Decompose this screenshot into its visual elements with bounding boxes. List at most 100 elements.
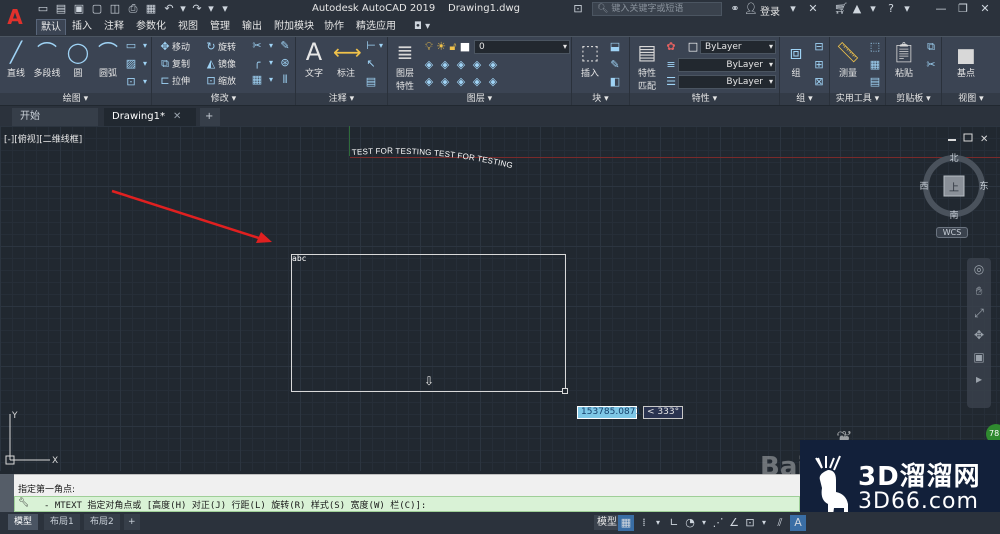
panel-layers-title[interactable]: 图层 ▾ [388, 93, 571, 105]
erase-icon[interactable]: ✎ [278, 39, 292, 53]
dropdown-icon[interactable]: ▾ [138, 57, 152, 71]
layer-select[interactable]: 0 ▾ [474, 40, 570, 54]
tab-home[interactable]: 默认 [36, 19, 66, 35]
undo-icon[interactable]: ↶ [162, 2, 176, 16]
close-button[interactable]: ✕ [976, 2, 994, 16]
layer-tool-icon-10[interactable]: ◈ [486, 75, 500, 89]
tab-view[interactable]: 视图 [174, 19, 202, 35]
layer-tool-icon-1[interactable]: ◈ [422, 58, 436, 72]
select-icon[interactable]: ⬚ [868, 40, 882, 54]
restore-button[interactable]: ❐ [954, 2, 972, 16]
exchange-icon[interactable]: ✕ [806, 2, 820, 16]
linetype-select[interactable]: ByLayer ▾ [678, 75, 776, 89]
layer-tool-icon-8[interactable]: ◈ [454, 75, 468, 89]
file-tab-start[interactable]: 开始 [12, 108, 98, 126]
panel-annotation-title[interactable]: 注释 ▾ [296, 93, 387, 105]
panel-draw-title[interactable]: 绘图 ▾ [0, 93, 151, 105]
zoom-extents-icon[interactable]: ⤢ [967, 302, 991, 324]
osnap-tracking-icon[interactable]: ∠ [726, 515, 742, 531]
trim-icon[interactable]: ✂ [250, 39, 264, 53]
login-button[interactable]: 登录 [760, 3, 780, 18]
grid-icon[interactable]: ▦ [618, 515, 634, 531]
dropdown-icon[interactable]: ▾ [374, 39, 388, 53]
ungroup-icon[interactable]: ⊟ [812, 40, 826, 54]
layer-properties-tool[interactable]: ≣ 图层 特性 [390, 39, 420, 92]
group-select-icon[interactable]: ⊠ [812, 75, 826, 89]
help-icon[interactable]: ? [884, 2, 898, 16]
layer-color-icon[interactable]: ■ [458, 40, 472, 54]
annotation-scale-icon[interactable]: ⫽ [772, 515, 788, 531]
layout-tab-layout2[interactable]: 布局2 [84, 514, 120, 530]
leader-multi-icon[interactable]: ↖ [364, 57, 378, 71]
attribute-icon[interactable]: ◧ [608, 75, 622, 89]
panel-block-title[interactable]: 块 ▾ [572, 93, 629, 105]
ribbon-toggle-icon[interactable]: ◘ ▾ [410, 19, 434, 35]
panel-utilities-title[interactable]: 实用工具 ▾ [830, 93, 885, 105]
scale-tool[interactable]: ⊡ 缩放 [204, 73, 236, 89]
compass-west-label[interactable]: 西 [919, 181, 928, 192]
layout-tab-model[interactable]: 模型 [8, 514, 39, 530]
close-tab-icon[interactable]: ✕ [173, 111, 181, 122]
undo-dropdown-icon[interactable]: ▾ [176, 2, 190, 16]
osnap-dropdown-icon[interactable]: ▾ [756, 515, 772, 531]
tab-parametric[interactable]: 参数化 [132, 19, 170, 35]
viewport-restore-icon[interactable] [963, 133, 973, 142]
navbar-menu-icon[interactable]: ▸ [967, 368, 991, 390]
compass-south-label[interactable]: 南 [949, 209, 958, 221]
layer-tool-icon-4[interactable]: ◈ [470, 58, 484, 72]
basepoint-tool[interactable]: ▅ 基点 [950, 39, 982, 79]
dropdown-icon[interactable]: ▾ [264, 73, 278, 87]
layer-tool-icon-3[interactable]: ◈ [454, 58, 468, 72]
layer-tool-icon-5[interactable]: ◈ [486, 58, 500, 72]
fillet-icon[interactable]: ╭ [250, 56, 264, 70]
command-line-grip[interactable] [0, 474, 14, 512]
line-tool[interactable]: ╱ 直线 [0, 39, 32, 79]
panel-view-title[interactable]: 视图 ▾ [942, 93, 1000, 105]
color-wheel-icon[interactable]: ✿ [664, 40, 678, 54]
hatch-icon[interactable]: ▨ [124, 57, 138, 71]
tab-addins[interactable]: 附加模块 [270, 19, 318, 35]
edit-block-icon[interactable]: ✎ [608, 58, 622, 72]
print-icon[interactable]: ▦ [144, 2, 158, 16]
pan-icon[interactable]: ✋︎ [967, 280, 991, 302]
calculator-icon[interactable]: ▤ [868, 75, 882, 89]
panel-groups-title[interactable]: 组 ▾ [780, 93, 829, 105]
array-icon[interactable]: ▦ [250, 73, 264, 87]
tab-collaborate[interactable]: 协作 [320, 19, 348, 35]
stretch-tool[interactable]: ⊏ 拉伸 [158, 73, 190, 89]
panel-modify-title[interactable]: 修改 ▾ [152, 93, 295, 105]
orbit-icon[interactable]: ✥ [967, 324, 991, 346]
layer-tool-icon-2[interactable]: ◈ [438, 58, 452, 72]
cut-icon[interactable]: ✂ [924, 58, 938, 72]
match-properties-tool[interactable]: ▤ 特性 匹配 [632, 39, 662, 92]
binoculars-icon[interactable]: ⚭ [728, 2, 742, 16]
dynamic-input-distance[interactable]: 153785.0871 [577, 406, 641, 419]
group-edit-icon[interactable]: ⊞ [812, 58, 826, 72]
showmotion-icon[interactable]: ▣ [967, 346, 991, 368]
explode-icon[interactable]: ⊛ [278, 56, 292, 70]
linetype-icon[interactable]: ☰ [664, 75, 678, 89]
layer-tool-icon-6[interactable]: ◈ [422, 75, 436, 89]
lineweight-select[interactable]: ByLayer ▾ [678, 58, 776, 72]
quick-calc-icon[interactable]: ▦ [868, 58, 882, 72]
save-icon[interactable]: ▣ [72, 2, 86, 16]
cart-icon[interactable]: 🛒︎ [834, 2, 848, 16]
snap-dropdown-icon[interactable]: ▾ [650, 515, 666, 531]
redo-icon[interactable]: ↷ [190, 2, 204, 16]
group-tool[interactable]: ⧈ 组 [780, 39, 812, 79]
ortho-icon[interactable]: ∟ [666, 515, 682, 531]
layer-tool-icon-9[interactable]: ◈ [470, 75, 484, 89]
table-icon[interactable]: ▤ [364, 75, 378, 89]
new-file-icon[interactable]: ▭ [36, 2, 50, 16]
tab-featured-apps[interactable]: 精选应用 [352, 19, 400, 35]
polyline-tool[interactable]: ⌒ 多段线 [30, 39, 64, 79]
dimension-tool[interactable]: ⟷ 标注 [330, 39, 362, 79]
search-input[interactable]: 🔍︎ 键入关键字或短语 [592, 2, 722, 16]
copy-tool[interactable]: ⧉ 复制 [158, 56, 190, 72]
compass-north-label[interactable]: 北 [949, 153, 958, 164]
dropdown-icon[interactable]: ▾ [264, 39, 278, 53]
command-customize-icon[interactable]: 🔧︎ [18, 498, 29, 508]
tab-annotate[interactable]: 注释 [100, 19, 128, 35]
save-as-icon[interactable]: ▢ [90, 2, 104, 16]
redo-dropdown-icon[interactable]: ▾ [204, 2, 218, 16]
